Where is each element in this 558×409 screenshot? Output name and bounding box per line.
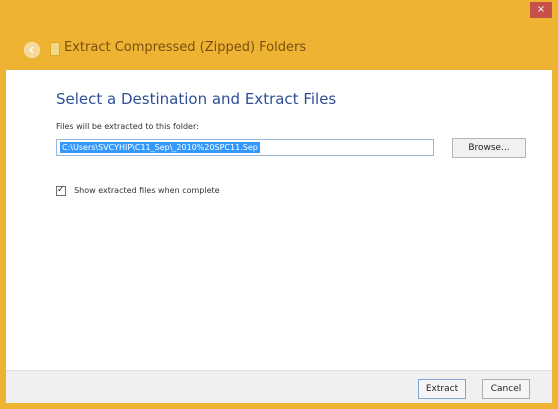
page-heading: Select a Destination and Extract Files: [56, 90, 337, 108]
show-files-checkbox[interactable]: ✓: [56, 184, 66, 196]
back-button[interactable]: [24, 42, 40, 58]
extract-wizard-window: × Extract Compressed (Zipped) Folders Se…: [0, 0, 558, 409]
show-files-label[interactable]: Show extracted files when complete: [74, 186, 219, 195]
show-files-row: ✓ Show extracted files when complete: [56, 180, 220, 196]
button-bar: [6, 370, 552, 403]
back-arrow-icon: [29, 46, 34, 54]
close-button[interactable]: ×: [530, 2, 552, 18]
destination-input[interactable]: C:\Users\SVCYHIP\C11_Sep\_2010%20SPC11.S…: [56, 139, 434, 156]
destination-label: Files will be extracted to this folder:: [56, 122, 199, 131]
zip-folder-icon: [50, 42, 60, 56]
title-bar[interactable]: ×: [0, 0, 558, 32]
check-icon: ✓: [57, 184, 65, 195]
wizard-title: Extract Compressed (Zipped) Folders: [64, 40, 307, 55]
cancel-button[interactable]: Cancel: [482, 379, 530, 399]
destination-value: C:\Users\SVCYHIP\C11_Sep\_2010%20SPC11.S…: [60, 142, 260, 153]
browse-button[interactable]: Browse...: [452, 138, 526, 158]
extract-button[interactable]: Extract: [418, 379, 466, 399]
content-area: [6, 70, 552, 370]
